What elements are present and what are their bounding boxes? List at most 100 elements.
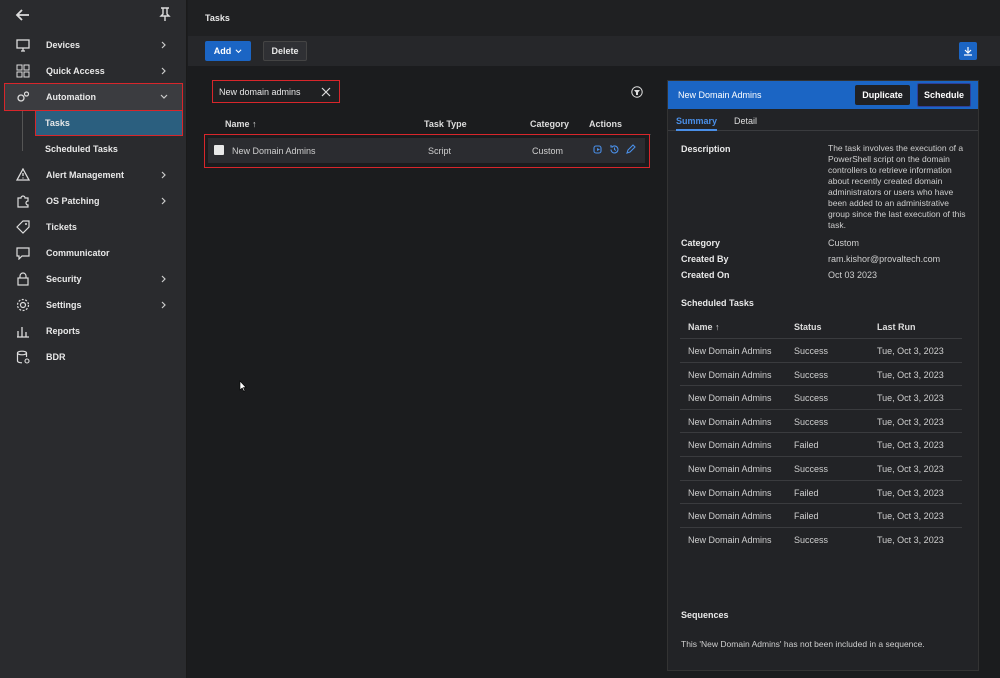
table-row[interactable]: New Domain Admins Success Tue, Oct 3, 2023: [680, 339, 962, 363]
sidebar: Devices Quick Access Automation Tasks Sc…: [0, 0, 187, 678]
sched-name: New Domain Admins: [688, 393, 772, 404]
sched-name: New Domain Admins: [688, 463, 772, 474]
grid-icon: [16, 64, 30, 78]
sidebar-item-settings[interactable]: Settings: [0, 292, 187, 318]
sched-status: Failed: [794, 511, 819, 522]
table-row[interactable]: New Domain Admins Success Tue, Oct 3, 2023: [680, 386, 962, 410]
column-header-last-run[interactable]: Last Run: [877, 322, 916, 332]
created-by-label: Created By: [681, 254, 729, 264]
column-header-task-type[interactable]: Task Type: [424, 119, 467, 129]
sched-last-run: Tue, Oct 3, 2023: [877, 346, 944, 356]
chevron-down-icon: [160, 94, 168, 99]
table-row[interactable]: New Domain Admins Success Tue, Oct 3, 2023: [680, 457, 962, 481]
row-checkbox[interactable]: [214, 145, 224, 155]
sched-name: New Domain Admins: [688, 440, 772, 451]
column-header-actions: Actions: [589, 119, 623, 129]
sidebar-item-automation[interactable]: Automation: [4, 83, 183, 111]
sidebar-item-label: Automation: [46, 92, 96, 102]
sidebar-item-os-patching[interactable]: OS Patching: [0, 188, 187, 214]
chat-icon: [16, 247, 30, 260]
sequences-title: Sequences: [681, 610, 729, 620]
schedule-button[interactable]: Schedule: [917, 83, 971, 107]
search-box: [212, 80, 340, 103]
sidebar-subitem-tasks[interactable]: Tasks: [35, 110, 183, 136]
sched-last-run: Tue, Oct 3, 2023: [877, 369, 944, 380]
sched-name: New Domain Admins: [688, 534, 772, 545]
submenu-line: [22, 111, 23, 151]
download-button[interactable]: [959, 42, 977, 60]
sidebar-item-reports[interactable]: Reports: [0, 318, 187, 344]
tab-summary[interactable]: Summary: [676, 116, 718, 131]
warning-icon: [16, 168, 30, 181]
column-header-status[interactable]: Status: [794, 322, 822, 332]
table-row[interactable]: New Domain Admins Script Custom: [204, 134, 650, 168]
sidebar-item-label: Alert Management: [46, 170, 125, 180]
table-row[interactable]: New Domain Admins Success Tue, Oct 3, 2023: [680, 363, 962, 387]
sidebar-item-security[interactable]: Security: [0, 266, 187, 292]
sidebar-item-label: Tickets: [46, 222, 77, 232]
history-icon[interactable]: [609, 144, 620, 155]
sched-last-run: Tue, Oct 3, 2023: [877, 440, 944, 451]
sidebar-item-label: BDR: [46, 352, 66, 362]
sidebar-item-communicator[interactable]: Communicator: [0, 240, 187, 266]
sequences-note: This 'New Domain Admins' has not been in…: [681, 639, 925, 649]
back-arrow-icon[interactable]: [14, 6, 32, 24]
table-row[interactable]: New Domain Admins Failed Tue, Oct 3, 2023: [680, 504, 962, 528]
sidebar-item-devices[interactable]: Devices: [0, 32, 187, 58]
filter-icon[interactable]: [631, 86, 643, 98]
sidebar-item-bdr[interactable]: BDR: [0, 344, 187, 370]
created-on-label: Created On: [681, 270, 730, 280]
add-button-label: Add: [213, 46, 232, 56]
sched-status: Success: [794, 346, 829, 356]
scheduled-tasks-title: Scheduled Tasks: [681, 298, 754, 308]
sched-status: Success: [794, 369, 829, 380]
sidebar-subitem-label: Scheduled Tasks: [45, 144, 118, 154]
table-row[interactable]: New Domain Admins Failed Tue, Oct 3, 2023: [680, 481, 962, 505]
chevron-down-icon: [235, 48, 242, 53]
gear-icon: [16, 298, 30, 312]
table-row[interactable]: New Domain Admins Success Tue, Oct 3, 2023: [680, 410, 962, 434]
column-header-name[interactable]: Name ↑: [688, 322, 720, 332]
table-row[interactable]: New Domain Admins Failed Tue, Oct 3, 2023: [680, 433, 962, 457]
puzzle-icon: [17, 195, 29, 208]
chevron-right-icon: [161, 197, 166, 205]
sidebar-item-tickets[interactable]: Tickets: [0, 214, 187, 240]
sched-status: Success: [794, 416, 829, 427]
sched-last-run: Tue, Oct 3, 2023: [877, 463, 944, 474]
sidebar-item-quick-access[interactable]: Quick Access: [0, 58, 187, 84]
sidebar-item-alert-management[interactable]: Alert Management: [0, 162, 187, 188]
chevron-right-icon: [161, 67, 166, 75]
description-label: Description: [681, 144, 731, 154]
column-label: Name: [225, 119, 250, 129]
page-title: Tasks: [205, 13, 230, 23]
run-task-icon[interactable]: [593, 144, 604, 155]
sched-name: New Domain Admins: [688, 511, 772, 522]
pin-icon[interactable]: [158, 6, 172, 22]
clear-search-icon[interactable]: [321, 87, 331, 97]
sched-status: Success: [794, 393, 829, 404]
sched-last-run: Tue, Oct 3, 2023: [877, 416, 944, 427]
tab-detail[interactable]: Detail: [734, 116, 757, 126]
sidebar-subitem-scheduled-tasks[interactable]: Scheduled Tasks: [45, 137, 175, 161]
column-header-category[interactable]: Category: [530, 119, 569, 129]
tag-icon: [16, 220, 30, 234]
chevron-right-icon: [161, 301, 166, 309]
monitor-icon: [16, 39, 30, 52]
row-task-type: Script: [428, 146, 452, 156]
duplicate-button[interactable]: Duplicate: [855, 85, 910, 105]
sched-name: New Domain Admins: [688, 346, 772, 356]
sidebar-subitem-label: Tasks: [45, 118, 70, 128]
chevron-right-icon: [161, 41, 166, 49]
search-input[interactable]: [219, 85, 319, 99]
download-icon: [964, 47, 972, 56]
add-button[interactable]: Add: [205, 41, 251, 61]
sched-status: Failed: [794, 440, 819, 451]
sched-name: New Domain Admins: [688, 487, 772, 498]
table-row[interactable]: New Domain Admins Success Tue, Oct 3, 2023: [680, 528, 962, 552]
created-on-value: Oct 03 2023: [828, 270, 878, 280]
edit-pencil-icon[interactable]: [625, 144, 636, 155]
toolbar: Add Delete: [188, 36, 1000, 66]
delete-button[interactable]: Delete: [263, 41, 307, 61]
column-header-name[interactable]: Name ↑: [225, 119, 257, 129]
task-detail-panel: New Domain Admins Duplicate Schedule Sum…: [667, 80, 979, 671]
